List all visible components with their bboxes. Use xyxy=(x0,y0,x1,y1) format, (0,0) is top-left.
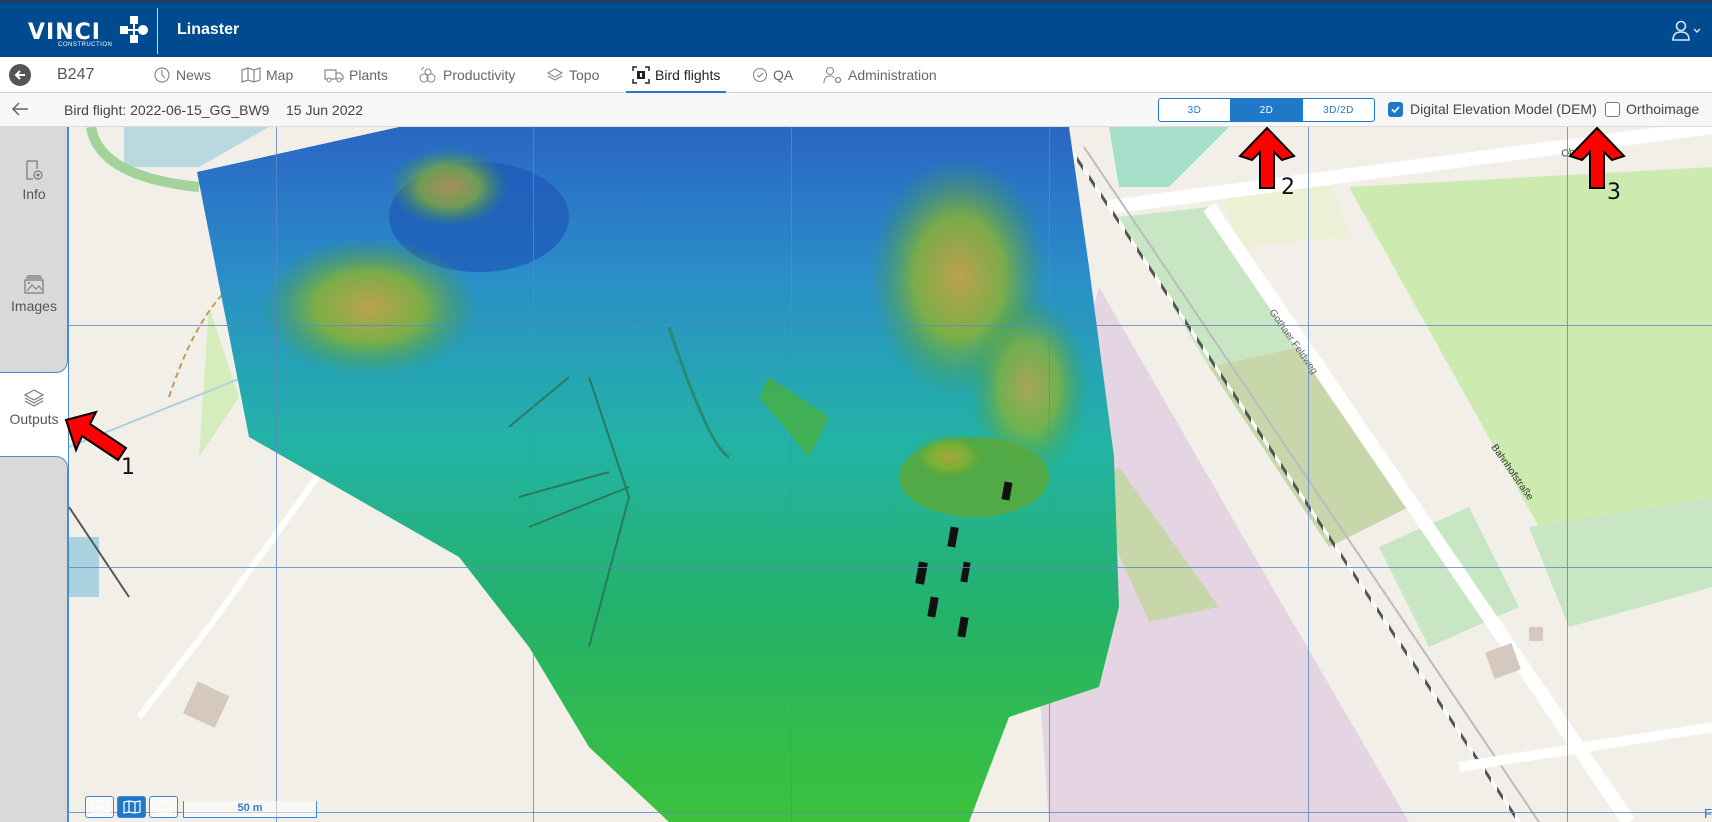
project-name: B247 xyxy=(57,66,95,83)
logo-mark-icon xyxy=(120,16,148,43)
layers-icon xyxy=(546,68,564,81)
map-view-button[interactable] xyxy=(117,796,146,818)
grid-line xyxy=(1308,127,1309,822)
sidebar-item-info[interactable]: Info xyxy=(0,160,68,202)
annotation-number: 2 xyxy=(1281,175,1295,200)
map-viewport[interactable]: Oberer Gothaer Feldweg Bahnhofstraße xyxy=(68,127,1712,822)
main-nav: B247 News Map Plants Productivity Topo B… xyxy=(0,57,1712,94)
tab-productivity[interactable]: Productivity xyxy=(418,57,515,93)
truck-icon xyxy=(324,69,344,83)
check-circle-icon xyxy=(752,67,768,83)
layers-icon xyxy=(23,389,45,407)
arrow-left-icon xyxy=(14,70,25,80)
tab-label: QA xyxy=(773,67,794,83)
dem-checkbox[interactable] xyxy=(1388,102,1403,117)
tab-label: Topo xyxy=(569,67,600,83)
square-icon xyxy=(155,800,172,814)
sidebar-item-outputs[interactable]: Outputs xyxy=(0,389,68,427)
flight-name: Bird flight: 2022-06-15_GG_BW9 xyxy=(64,102,270,118)
back-arrow-icon[interactable] xyxy=(10,100,30,118)
orthoimage-checkbox[interactable] xyxy=(1605,102,1620,117)
tab-qa[interactable]: QA xyxy=(752,57,793,93)
sidebar-lower-panel xyxy=(0,456,68,822)
view-mode-toggle: 3D 2D 3D/2D xyxy=(1158,98,1375,122)
grid-line xyxy=(1049,127,1050,822)
user-menu-button[interactable] xyxy=(1670,18,1704,44)
grid-line xyxy=(791,127,792,822)
clock-icon xyxy=(154,67,170,83)
annotation-number: 1 xyxy=(121,455,135,480)
tab-news[interactable]: News xyxy=(153,57,211,93)
annotation-arrow-icon xyxy=(64,410,128,462)
view-2d-button[interactable]: 2D xyxy=(1231,99,1303,121)
tab-topo[interactable]: Topo xyxy=(546,57,599,93)
app-name: Linaster xyxy=(177,21,240,38)
orthoimage-label[interactable]: Orthoimage xyxy=(1626,101,1699,117)
drone-icon xyxy=(632,66,650,84)
header-divider xyxy=(157,8,158,54)
annotation-number: 3 xyxy=(1607,180,1621,205)
tab-map[interactable]: Map xyxy=(241,57,293,93)
blank-view-button[interactable] xyxy=(149,796,178,818)
logo-subtext: CONSTRUCTION xyxy=(58,42,113,48)
image-view-button[interactable] xyxy=(85,796,114,818)
tab-label: Plants xyxy=(349,67,388,83)
sidebar-label: Outputs xyxy=(9,411,59,427)
grid-line xyxy=(69,325,1712,326)
app-header: VINCI CONSTRUCTION Linaster xyxy=(0,0,1712,57)
grid-line xyxy=(69,567,1712,568)
left-sidebar: Info Images Outputs xyxy=(0,127,68,822)
info-doc-icon xyxy=(26,160,43,180)
sidebar-label: Info xyxy=(22,186,46,202)
user-gear-icon xyxy=(823,66,842,84)
grid-line xyxy=(1567,127,1568,822)
dem-label[interactable]: Digital Elevation Model (DEM) xyxy=(1410,101,1597,117)
productivity-icon xyxy=(419,66,436,83)
tab-plants[interactable]: Plants xyxy=(324,57,388,93)
images-icon xyxy=(24,275,44,294)
map-attribution[interactable]: F xyxy=(1704,806,1712,821)
back-button[interactable] xyxy=(9,64,31,86)
user-icon xyxy=(1672,20,1701,41)
tab-label: Map xyxy=(266,67,294,83)
grid-line xyxy=(533,127,534,822)
checkmark-icon xyxy=(1391,106,1400,114)
tab-label: News xyxy=(176,67,212,83)
basemap: Oberer Gothaer Feldweg Bahnhofstraße xyxy=(69,127,1712,822)
grid-line xyxy=(276,127,277,822)
tab-administration[interactable]: Administration xyxy=(823,57,937,93)
tab-label: Productivity xyxy=(443,67,516,83)
vinci-logo[interactable]: VINCI CONSTRUCTION xyxy=(28,14,148,48)
view-3d2d-button[interactable]: 3D/2D xyxy=(1303,99,1374,121)
chevron-down-icon xyxy=(1693,28,1701,33)
flight-date: 15 Jun 2022 xyxy=(286,102,364,118)
tab-label: Administration xyxy=(848,67,937,83)
map-view-tools xyxy=(85,796,178,818)
tab-label: Bird flights xyxy=(655,67,721,83)
tab-bird-flights[interactable]: Bird flights xyxy=(625,57,727,94)
sidebar-item-images[interactable]: Images xyxy=(0,274,68,314)
sidebar-label: Images xyxy=(11,298,57,314)
map-icon xyxy=(122,800,141,814)
scale-bar: 50 m xyxy=(183,801,317,818)
image-icon xyxy=(90,800,109,814)
map-icon xyxy=(241,67,261,83)
view-3d-button[interactable]: 3D xyxy=(1159,99,1231,121)
